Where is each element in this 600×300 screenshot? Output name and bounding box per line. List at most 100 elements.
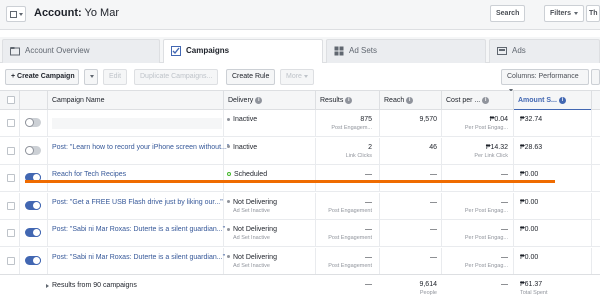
delivery-cell: [224, 165, 316, 192]
tab-campaigns[interactable]: Campaigns: [163, 39, 323, 64]
amount-cell: [514, 192, 592, 220]
tab-label: Ads: [512, 46, 526, 55]
campaign-toggle[interactable]: [25, 200, 41, 210]
status-dot-icon: [227, 255, 230, 259]
summary-reach: 9,614: [419, 281, 437, 288]
toggle-header: [20, 91, 48, 110]
campaign-name-link[interactable]: Post: "Sabi ni Mar Roxas: Duterte is a s…: [52, 226, 225, 233]
row-checkbox[interactable]: [7, 229, 15, 237]
campaign-toggle[interactable]: [25, 255, 41, 265]
campaign-name-cell: [48, 192, 224, 220]
info-icon[interactable]: i: [255, 96, 263, 104]
amount-value: ₱0.00: [520, 253, 539, 261]
chevron-down-icon: [574, 11, 579, 15]
columns-dropdown[interactable]: Columns: Performance: [501, 69, 589, 92]
row-checkbox[interactable]: [7, 256, 15, 265]
row-toggle-cell: [20, 192, 48, 220]
tab-account-overview[interactable]: Account Overview: [2, 39, 160, 63]
tab-label: Ad Sets: [349, 46, 378, 55]
campaign-name-redacted: [52, 118, 222, 129]
table-row[interactable]: Post: "Learn how to record your iPhone s…: [0, 137, 600, 165]
delivery-sub: Ad Set Inactive: [233, 262, 270, 269]
column-header-overflow: [592, 91, 600, 110]
results-sub: Link Clicks: [345, 152, 372, 159]
delivery-label: Not Delivering: [233, 198, 277, 206]
campaign-name-link[interactable]: Post: "Sabi ni Mar Roxas: Duterte is a s…: [52, 254, 225, 261]
tab-ads[interactable]: Ads: [489, 39, 600, 63]
info-icon[interactable]: i: [345, 96, 353, 104]
row-checkbox[interactable]: [7, 174, 15, 182]
cost-value: —: [501, 226, 508, 233]
table-row[interactable]: Post: "Sabi ni Mar Roxas: Duterte is a s…: [0, 247, 600, 275]
folder-icon: [10, 47, 20, 56]
column-header-campaign-name[interactable]: Campaign Name: [48, 91, 224, 110]
row-checkbox[interactable]: [7, 146, 15, 155]
info-icon[interactable]: i: [482, 96, 490, 104]
reach-value: —: [430, 171, 437, 178]
info-icon[interactable]: i: [558, 96, 566, 104]
table-row[interactable]: Post: "Get a FREE USB Flash drive just b…: [0, 192, 600, 220]
results-value: 2: [368, 143, 372, 151]
column-header-amount-spent[interactable]: Amount S... i: [514, 91, 592, 110]
row-toggle-cell: [20, 247, 48, 275]
column-label: Results: [320, 97, 344, 104]
column-header-cost[interactable]: Cost per ... i: [442, 91, 514, 110]
view-options-button[interactable]: [591, 69, 600, 85]
create-campaign-dropdown[interactable]: [84, 69, 98, 85]
amount-cell: [514, 165, 592, 192]
table-row[interactable]: Post: "Sabi ni Mar Roxas: Duterte is a s…: [0, 220, 600, 247]
campaign-name-link[interactable]: Post: "Learn how to record your iPhone s…: [52, 144, 229, 151]
campaign-name-cell: [48, 247, 224, 275]
table-row[interactable]: Inactive 875 Post Engagem... 9,570 ₱0.04 Per …: [0, 110, 600, 137]
campaign-name-link[interactable]: Post: "Get a FREE USB Flash drive just b…: [52, 199, 223, 206]
tab-ad-sets[interactable]: Ad Sets: [326, 39, 486, 63]
results-sub: Post Engagem...: [331, 125, 372, 131]
results-sub: Post Engagement: [328, 235, 372, 241]
results-cell: [316, 137, 380, 165]
amount-value: ₱28.63: [520, 143, 543, 151]
reach-value: —: [430, 198, 437, 206]
amount-value: ₱0.00: [520, 198, 539, 206]
row-checkbox[interactable]: [7, 201, 15, 210]
row-checkbox[interactable]: [7, 119, 15, 127]
overflow-button[interactable]: Th: [586, 5, 600, 22]
row-select-cell: [0, 110, 20, 137]
column-label: Reach: [384, 97, 405, 104]
create-campaign-button[interactable]: + Create Campaign: [5, 69, 79, 85]
table-row[interactable]: Reach for Tech Recipes Scheduled — — — ₱0.00: [0, 165, 600, 192]
info-icon[interactable]: i: [406, 96, 414, 104]
summary-row: Results from 90 campaigns — 9,614 People…: [0, 274, 600, 300]
results-cell: [316, 192, 380, 220]
row-select-cell: [0, 247, 20, 275]
search-button[interactable]: Search: [490, 5, 526, 22]
delivery-label: Not Delivering: [233, 226, 277, 233]
campaign-toggle[interactable]: [25, 118, 41, 127]
reach-cell: [380, 165, 442, 192]
cost-cell: [442, 137, 514, 165]
campaign-name-link[interactable]: Reach for Tech Recipes: [52, 171, 126, 178]
column-header-delivery[interactable]: Delivery i: [224, 91, 316, 110]
cost-sub: Per Post Engag...: [464, 262, 508, 269]
cost-sub: Per Post Engag...: [464, 125, 508, 131]
campaign-toggle[interactable]: [25, 228, 41, 237]
create-rule-button[interactable]: Create Rule: [226, 69, 276, 85]
results-cell: [316, 247, 380, 275]
amount-cell: [514, 247, 592, 275]
column-header-reach[interactable]: Reach i: [380, 91, 442, 110]
edit-button[interactable]: Edit: [103, 69, 128, 85]
amount-cell: [514, 220, 592, 247]
delivery-cell: [224, 137, 316, 165]
column-header-results[interactable]: Results i: [316, 91, 380, 110]
results-value: —: [365, 171, 372, 178]
account-title: Account: Yo Mar: [34, 7, 119, 19]
duplicate-button[interactable]: Duplicate Campaigns...: [134, 69, 219, 85]
select-all-checkbox[interactable]: [7, 96, 15, 104]
row-select-cell: [0, 192, 20, 220]
delivery-cell: [224, 192, 316, 220]
filters-button[interactable]: Filters: [544, 5, 585, 22]
campaign-toggle[interactable]: [25, 145, 41, 155]
amount-value: ₱32.74: [520, 116, 543, 123]
cost-sub: Per Post Engag...: [464, 207, 508, 214]
account-menu-button[interactable]: [6, 6, 26, 22]
more-button[interactable]: More: [280, 69, 314, 85]
